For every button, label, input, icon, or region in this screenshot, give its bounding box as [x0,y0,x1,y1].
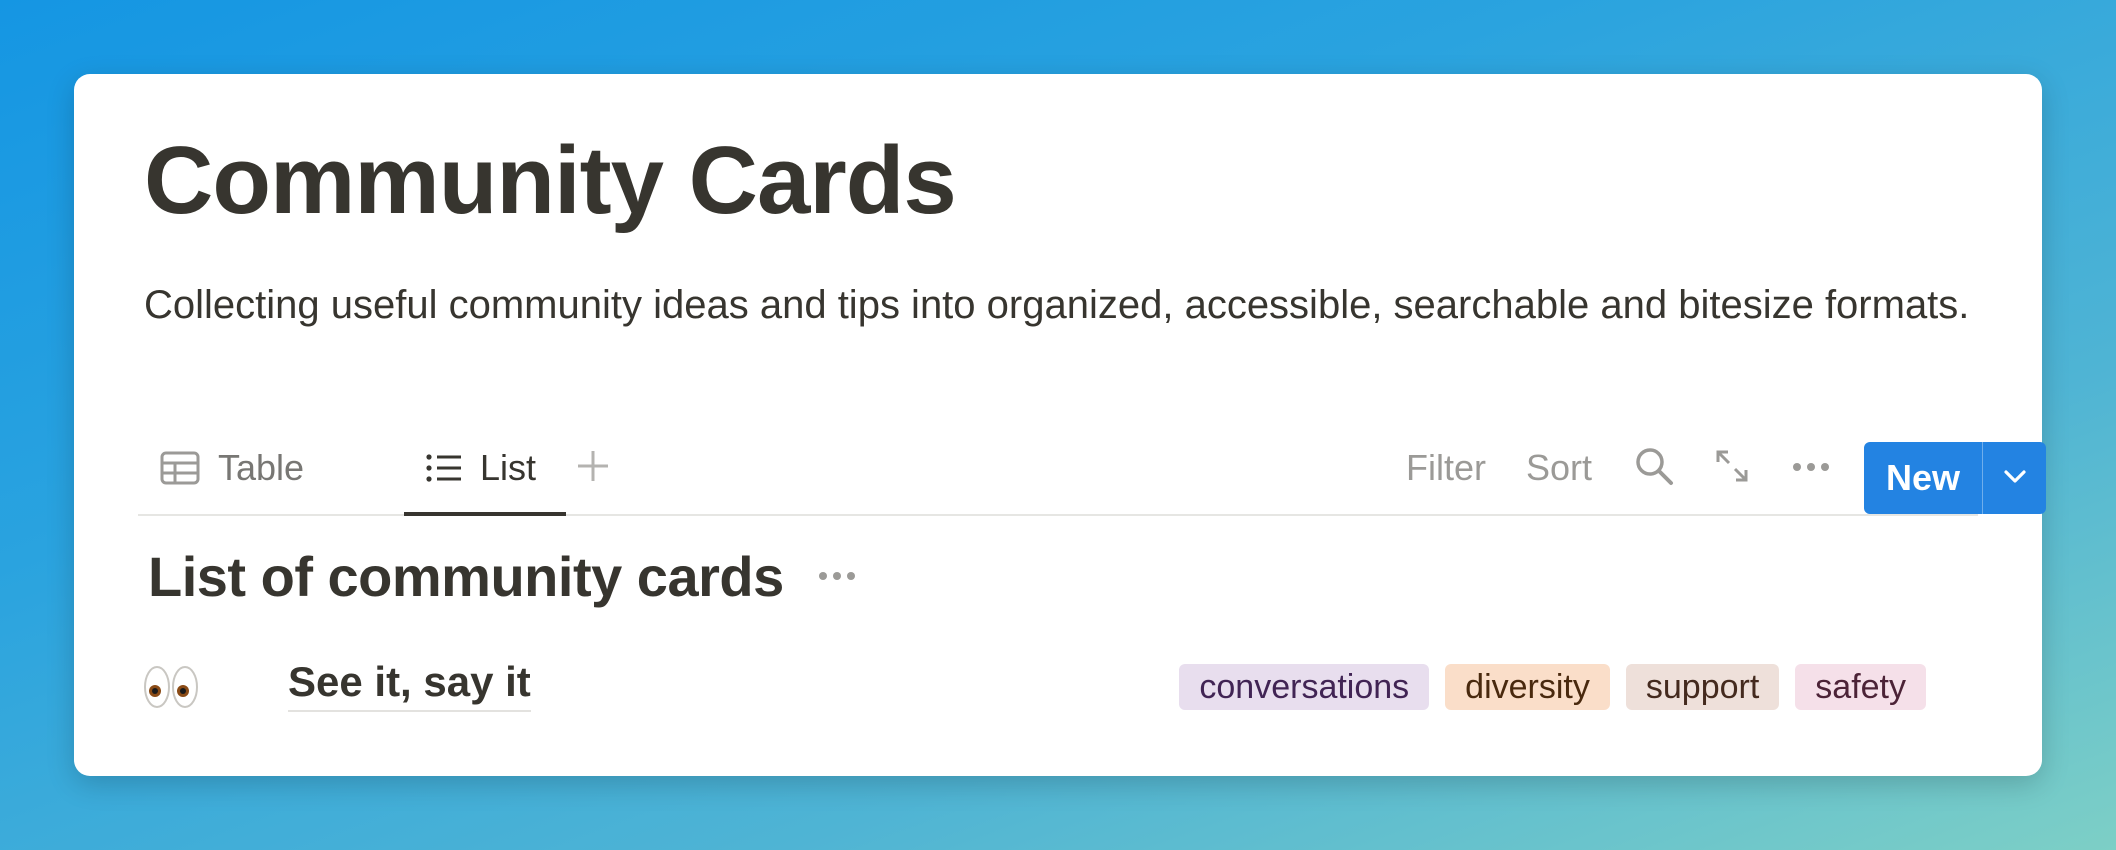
section-title: List of community cards [148,545,784,608]
filter-button[interactable]: Filter [1406,424,1486,512]
eyes-emoji-icon [144,664,198,710]
active-tab-indicator [404,512,566,516]
view-tabs-bar: Table List Filter Sort New [138,424,2046,516]
table-icon [160,451,200,485]
tab-list[interactable]: List [426,424,536,512]
expand-icon [1714,448,1750,489]
tab-list-label: List [480,447,537,488]
tag-diversity: diversity [1445,664,1610,710]
database-page-card: Community Cards Collecting useful commun… [74,74,2046,776]
search-button[interactable] [1634,424,1674,512]
search-icon [1634,446,1674,491]
new-dropdown-button[interactable] [1983,442,2046,514]
list-icon [426,453,462,483]
more-icon [818,568,856,586]
list-item-title[interactable]: See it, say it [288,658,531,712]
more-options-button[interactable] [1792,424,1830,512]
tab-table-label: Table [218,447,305,488]
tag-conversations: conversations [1179,664,1430,710]
plus-icon [576,449,610,488]
tag-safety: safety [1795,664,1926,710]
section-more-button[interactable] [818,568,856,586]
tab-table[interactable]: Table [160,424,304,512]
expand-button[interactable] [1714,424,1750,512]
tag-support: support [1625,664,1780,710]
new-button[interactable]: New [1864,442,1982,514]
tag-list: conversations diversity support safety [1179,664,1926,710]
chevron-down-icon [2003,468,2027,489]
page-title: Community Cards [144,127,957,234]
list-item[interactable]: See it, say it conversations diversity s… [144,654,2020,720]
page-description: Collecting useful community ideas and ti… [144,283,1970,327]
sort-button[interactable]: Sort [1526,424,1592,512]
more-icon [1792,459,1830,477]
add-view-button[interactable] [576,424,610,512]
section-header: List of community cards [148,544,856,609]
new-button-group: New [1864,442,2046,514]
